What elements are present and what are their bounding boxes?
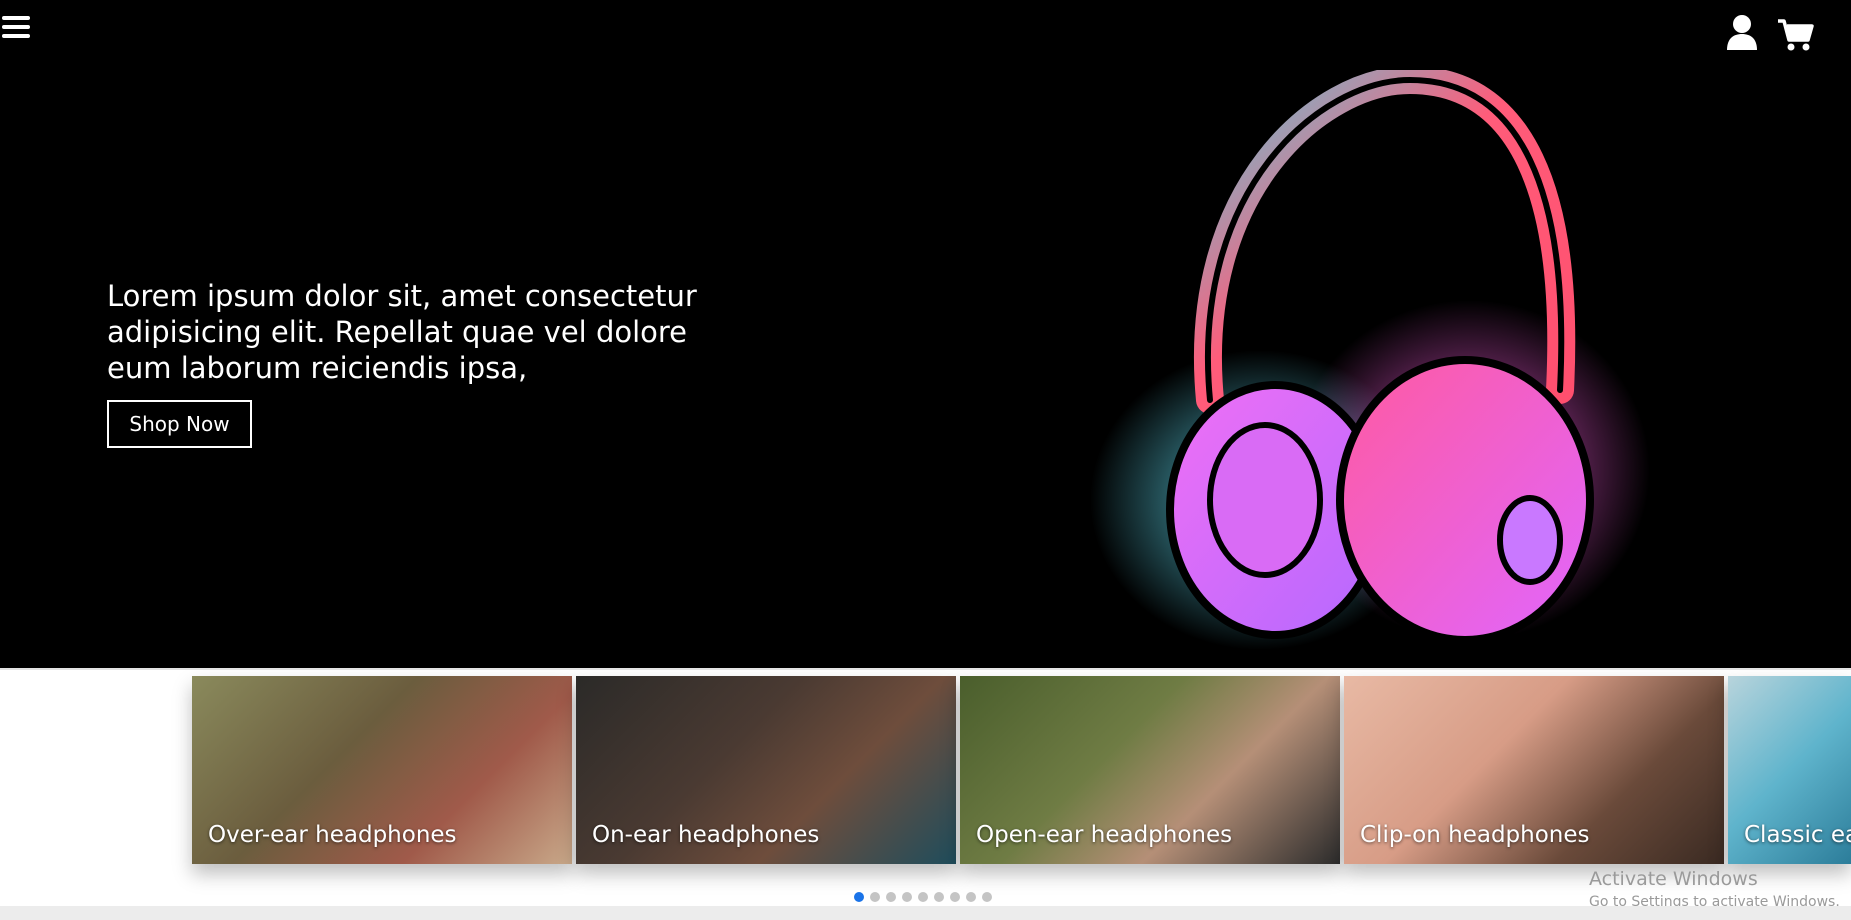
category-card-clip-on[interactable]: Clip-on headphones (1344, 676, 1724, 864)
carousel-dot[interactable] (950, 892, 960, 902)
carousel-dot[interactable] (934, 892, 944, 902)
headphones-illustration (1090, 70, 1650, 650)
category-card-over-ear[interactable]: Over-ear headphones (192, 676, 572, 864)
carousel-pagination (854, 892, 992, 902)
carousel-dot[interactable] (966, 892, 976, 902)
carousel-dot[interactable] (982, 892, 992, 902)
watermark-title: Activate Windows (1589, 868, 1758, 890)
user-icon[interactable] (1726, 14, 1758, 50)
carousel-dot[interactable] (902, 892, 912, 902)
category-card-classic[interactable]: Classic ea (1728, 676, 1851, 864)
page-bottom-strip (0, 906, 1851, 920)
category-label: Clip-on headphones (1360, 822, 1590, 848)
carousel-dot[interactable] (918, 892, 928, 902)
windows-activation-watermark: Activate Windows Go to Settings to activ… (1589, 868, 1840, 910)
category-label: Open-ear headphones (976, 822, 1233, 848)
hamburger-menu-icon[interactable] (2, 16, 32, 42)
carousel-dot[interactable] (854, 892, 864, 902)
carousel-dot[interactable] (870, 892, 880, 902)
category-label: Classic ea (1744, 822, 1851, 848)
hero-section: Lorem ipsum dolor sit, amet consectetur … (0, 0, 1851, 668)
category-card-on-ear[interactable]: On-ear headphones (576, 676, 956, 864)
carousel-dot[interactable] (886, 892, 896, 902)
shop-now-button[interactable]: Shop Now (107, 400, 252, 448)
category-label: On-ear headphones (592, 822, 820, 848)
cart-icon[interactable] (1778, 18, 1814, 52)
hero-headline: Lorem ipsum dolor sit, amet consectetur … (107, 279, 697, 385)
category-carousel: Over-ear headphones On-ear headphones Op… (0, 668, 1851, 908)
category-label: Over-ear headphones (208, 822, 457, 848)
category-card-open-ear[interactable]: Open-ear headphones (960, 676, 1340, 864)
